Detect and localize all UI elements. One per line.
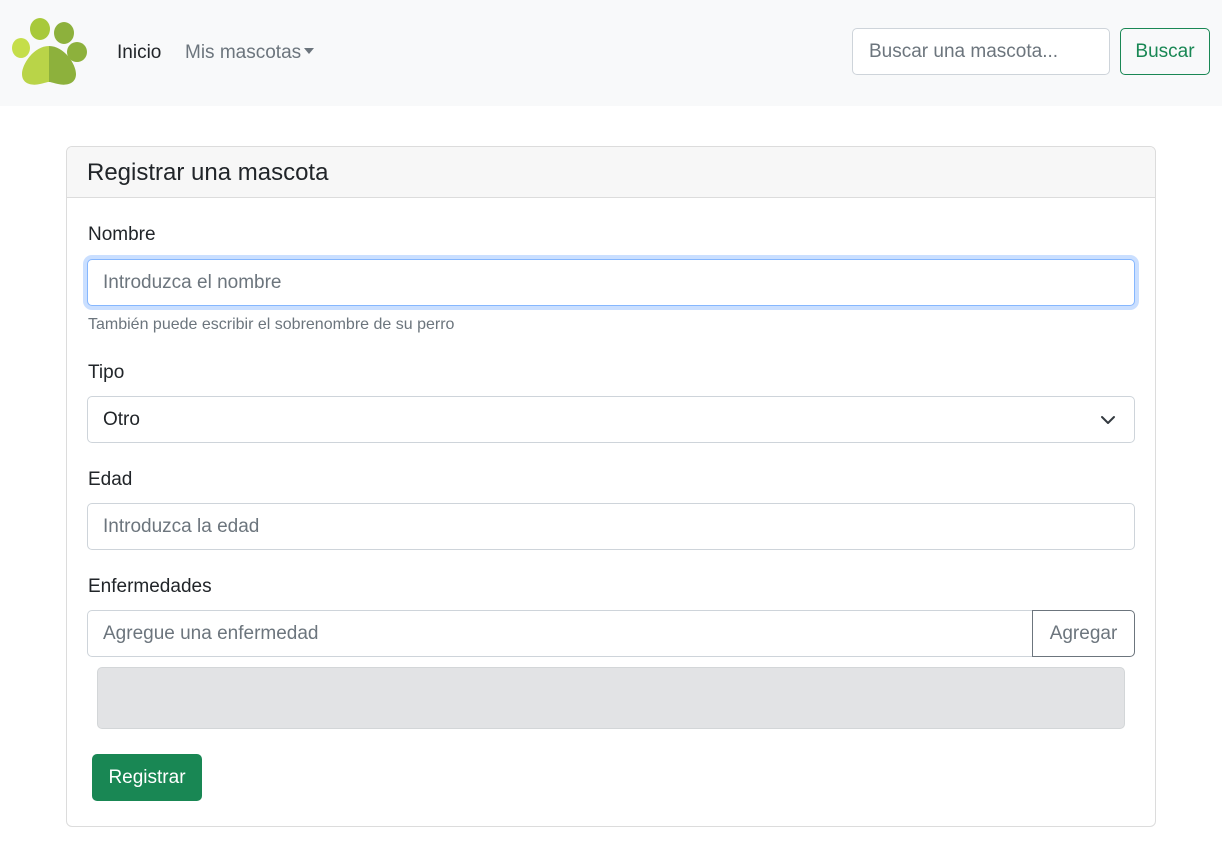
name-help-text: También puede escribir el sobrenombre de… [88,316,455,333]
paw-icon[interactable] [10,16,90,88]
name-input[interactable] [87,259,1135,306]
add-disease-button[interactable]: Agregar [1032,610,1135,657]
nav-my-pets-label: Mis mascotas [185,42,302,63]
age-input[interactable] [87,503,1135,550]
chevron-down-icon [1101,416,1115,424]
nav-my-pets-dropdown[interactable]: Mis mascotas [185,40,315,66]
register-pet-card: Registrar una mascota Nombre También pue… [66,146,1156,827]
search-button[interactable]: Buscar [1120,28,1210,75]
type-label: Tipo [88,362,125,383]
card-title: Registrar una mascota [67,147,1155,198]
age-label: Edad [88,469,133,490]
type-selected-value: Otro [103,409,140,430]
nav-home-link[interactable]: Inicio [117,40,161,66]
register-button[interactable]: Registrar [92,754,202,801]
caret-down-icon [304,48,315,54]
search-input[interactable] [852,28,1110,75]
type-select[interactable]: Otro [87,396,1135,443]
navbar: Inicio Mis mascotas Buscar [0,0,1222,106]
disease-list [97,667,1125,729]
name-label: Nombre [88,224,156,245]
disease-input[interactable] [87,610,1033,657]
diseases-label: Enfermedades [88,576,212,597]
